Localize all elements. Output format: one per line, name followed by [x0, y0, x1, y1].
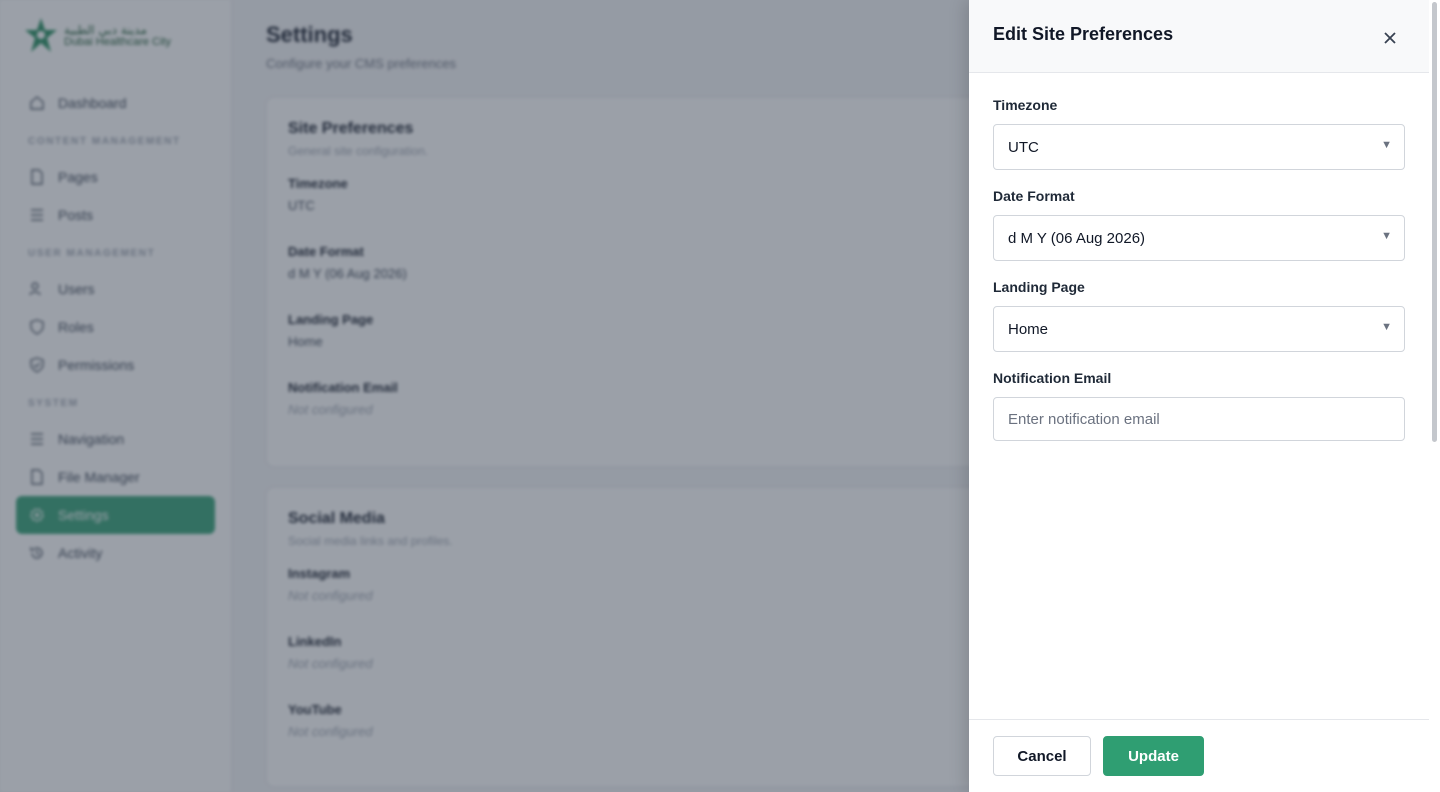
chevron-down-icon: ▼	[1381, 321, 1392, 333]
landing-page-label: Landing Page	[993, 279, 1085, 295]
drawer-form: Timezone UTC ▼ Date Format d M Y (06 Aug…	[969, 73, 1429, 441]
scrollbar-thumb[interactable]	[1432, 2, 1437, 442]
cancel-button[interactable]: Cancel	[993, 736, 1091, 776]
timezone-label: Timezone	[993, 97, 1058, 113]
update-button[interactable]: Update	[1103, 736, 1204, 776]
drawer-header: Edit Site Preferences	[969, 0, 1429, 73]
drawer-title: Edit Site Preferences	[993, 24, 1174, 44]
drawer-footer: Cancel Update	[969, 719, 1429, 792]
timezone-select[interactable]: UTC ▼	[993, 124, 1405, 170]
close-button[interactable]	[1379, 27, 1401, 49]
close-icon	[1384, 32, 1396, 44]
date-format-select[interactable]: d M Y (06 Aug 2026) ▼	[993, 215, 1405, 261]
timezone-selected-value: UTC	[1008, 138, 1039, 156]
date-format-selected-value: d M Y (06 Aug 2026)	[1008, 229, 1146, 247]
landing-page-selected-value: Home	[1008, 320, 1049, 338]
date-format-label: Date Format	[993, 188, 1075, 204]
drawer-scrollbar[interactable]	[1429, 0, 1440, 792]
chevron-down-icon: ▼	[1381, 139, 1392, 151]
notification-email-input[interactable]	[993, 397, 1405, 441]
notification-email-label: Notification Email	[993, 370, 1112, 386]
chevron-down-icon: ▼	[1381, 230, 1392, 242]
landing-page-select[interactable]: Home ▼	[993, 306, 1405, 352]
edit-site-preferences-drawer: Edit Site Preferences Timezone UTC ▼ Dat…	[969, 0, 1429, 792]
